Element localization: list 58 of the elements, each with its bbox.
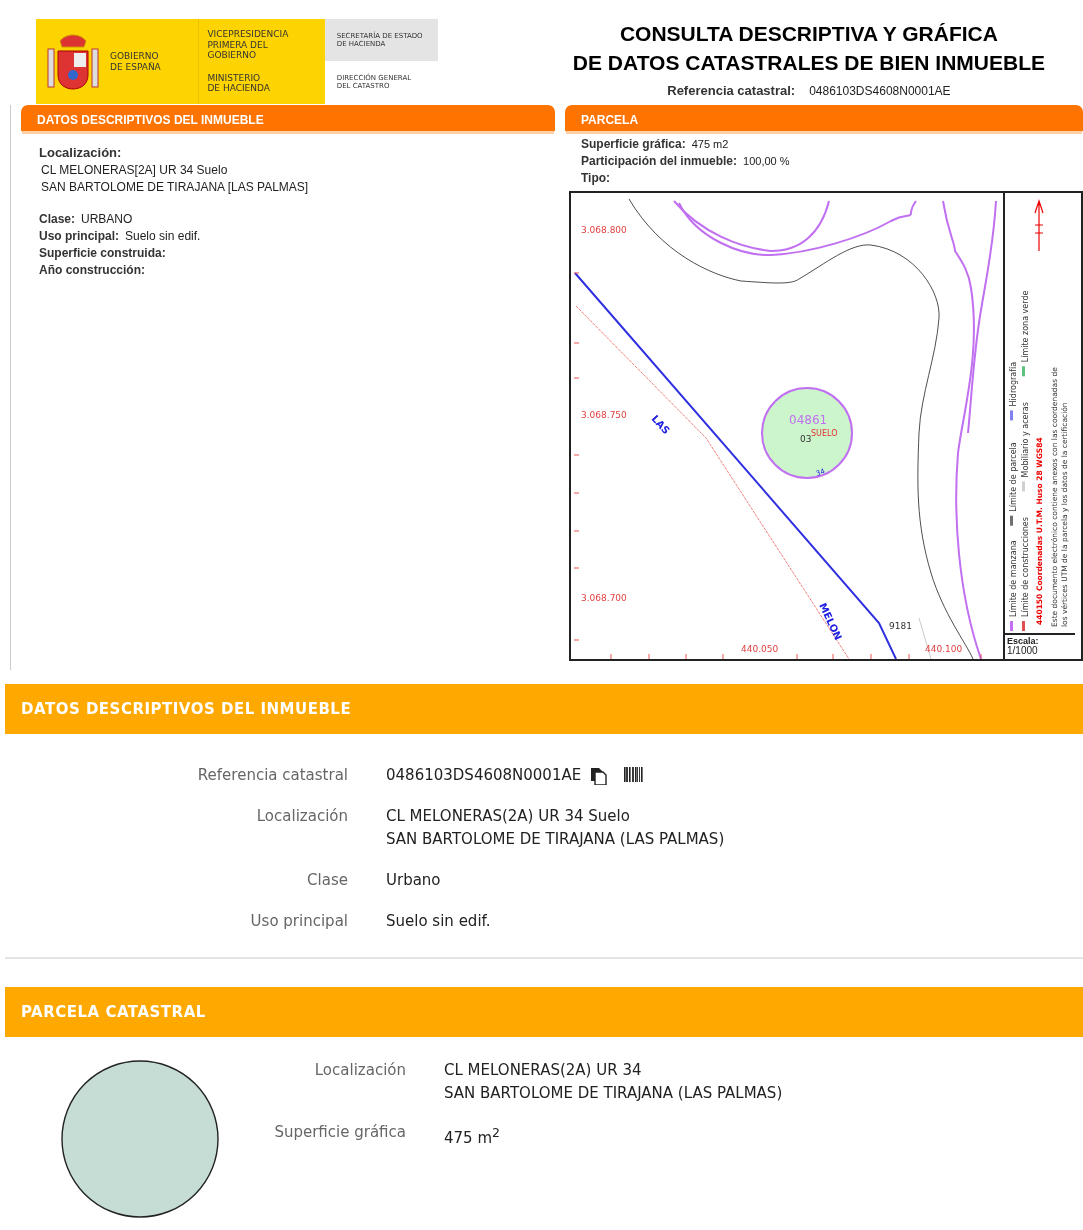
field-value: SAN BARTOLOME DE TIRAJANA (LAS PALMAS) (386, 829, 725, 850)
scale-label: Escala: (1007, 637, 1040, 646)
legend-label: Límite zona verde (1021, 290, 1030, 363)
field-value: SAN BARTOLOME DE TIRAJANA [LAS PALMAS] (41, 180, 310, 194)
field-label: Clase (306, 870, 348, 891)
field-value: 100,00 % (743, 155, 790, 167)
field-value: 0486103DS4608N0001AE (386, 765, 582, 786)
scale-value: 1/1000 (1007, 646, 1039, 656)
field-label: Tipo: (581, 171, 611, 185)
field-label: Clase: (39, 212, 76, 226)
field-value: CL MELONERAS(2A) UR 34 (444, 1060, 642, 1081)
legend-label: Mobiliario y aceras (1021, 402, 1030, 478)
logo-text: MINISTERIO DE HACIENDA (207, 72, 271, 95)
field-value: SAN BARTOLOME DE TIRAJANA (LAS PALMAS) (444, 1083, 783, 1104)
field-label: Localización (255, 806, 348, 827)
field-value: CL MELONERAS[2A] UR 34 Suelo (41, 163, 229, 177)
field-value: Suelo sin edif. (386, 911, 491, 932)
field-label: Uso principal (249, 911, 348, 932)
barcode-icon[interactable] (623, 766, 644, 785)
field-value: 475 m2 (691, 138, 729, 150)
logo-text: GOBIERNO DE ESPAÑA (110, 50, 161, 73)
legend-label: Límite de manzana (1009, 540, 1018, 617)
section-header: PARCELA CATASTRAL (5, 987, 1083, 1037)
field-label: Participación del inmueble: (581, 154, 738, 168)
section-header: DATOS DESCRIPTIVOS DEL INMUEBLE (5, 684, 1083, 734)
panel-header: DATOS DESCRIPTIVOS DEL INMUEBLE (21, 105, 555, 131)
field-label: Uso principal: (39, 229, 119, 243)
field-label: Localización: (39, 145, 123, 160)
x-coordinate-label: 440.100 (925, 644, 963, 654)
field-value: Suelo sin edif. (125, 229, 201, 243)
field-label: Localización (313, 1060, 406, 1081)
parcel-number: 04861 (789, 413, 828, 427)
panel-header: PARCELA (565, 105, 1083, 131)
legend-label: Hidrografía (1009, 361, 1018, 407)
field-value: CL MELONERAS(2A) UR 34 Suelo (386, 806, 630, 827)
field-value: 475 m$^{2}$ (444, 1124, 500, 1149)
legend-label: Límite de construcciones (1021, 517, 1030, 617)
field-value: 0486103DS4608N0001AE (809, 84, 951, 98)
field-value: URBANO (81, 212, 133, 226)
land-use-label: SUELO (811, 429, 838, 438)
logo-text: VICEPRESIDENCIA PRIMERA DEL GOBIERNO (207, 28, 290, 62)
parcel-subnumber: 03 (800, 434, 812, 444)
copy-icon[interactable] (589, 766, 608, 785)
field-label: Referencia catastral (196, 765, 348, 786)
field-label: Superficie gráfica (273, 1122, 406, 1143)
north-arrow-icon (1034, 199, 1044, 252)
field-label: Año construcción: (39, 263, 145, 277)
field-value: Urbano (386, 870, 441, 891)
x-coordinate-label: 440.050 (741, 644, 779, 654)
y-coordinate-label: 3.068.700 (581, 593, 627, 603)
y-coordinate-label: 3.068.800 (581, 225, 627, 235)
parcel-number: 9181 (889, 621, 912, 631)
legend-label: Límite de parcela (1009, 442, 1018, 512)
field-label: Superficie gráfica: (581, 137, 686, 151)
document-title: CONSULTA DESCRIPTIVA Y GRÁFICA DE DATOS CATASTRALES DE BIEN INMUEBLE (572, 21, 1045, 76)
y-coordinate-label: 3.068.750 (581, 410, 627, 420)
field-label: Superficie construida: (39, 246, 166, 260)
field-label: Referencia catastral: (667, 83, 796, 98)
